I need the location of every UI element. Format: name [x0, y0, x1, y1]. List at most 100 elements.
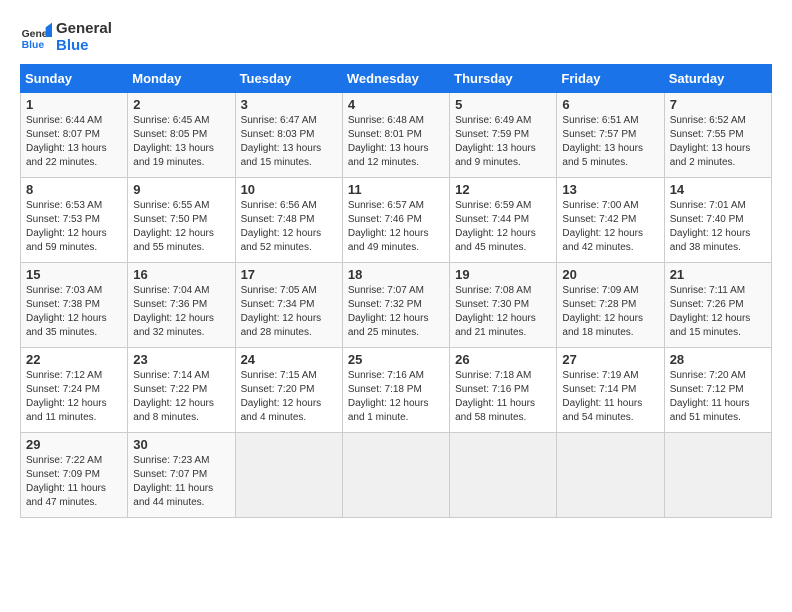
day-info: Sunrise: 6:51 AM Sunset: 7:57 PM Dayligh… [562, 114, 658, 170]
day-number: 8 [26, 182, 122, 197]
calendar-cell: 30 Sunrise: 7:23 AM Sunset: 7:07 PM Dayli… [128, 433, 235, 518]
day-number: 22 [26, 352, 122, 367]
calendar-cell: 5 Sunrise: 6:49 AM Sunset: 7:59 PM Daylig… [450, 93, 557, 178]
calendar-cell: 24Sunrise: 7:15 AM Sunset: 7:20 PM Dayli… [235, 348, 342, 433]
day-info: Sunrise: 6:48 AM Sunset: 8:01 PM Dayligh… [348, 114, 444, 170]
day-number: 4 [348, 97, 444, 112]
day-info: Sunrise: 7:09 AM Sunset: 7:28 PM Dayligh… [562, 284, 658, 340]
day-number: 15 [26, 267, 122, 282]
day-info: Sunrise: 7:05 AM Sunset: 7:34 PM Dayligh… [241, 284, 337, 340]
day-number: 26 [455, 352, 551, 367]
day-number: 7 [670, 97, 766, 112]
calendar-cell: 1 Sunrise: 6:44 AM Sunset: 8:07 PM Daylig… [21, 93, 128, 178]
day-number: 16 [133, 267, 229, 282]
logo: General Blue General Blue [20, 20, 112, 54]
day-info: Sunrise: 6:49 AM Sunset: 7:59 PM Dayligh… [455, 114, 551, 170]
calendar-cell: 8 Sunrise: 6:53 AM Sunset: 7:53 PM Daylig… [21, 178, 128, 263]
calendar-cell: 20Sunrise: 7:09 AM Sunset: 7:28 PM Dayli… [557, 263, 664, 348]
day-info: Sunrise: 7:16 AM Sunset: 7:18 PM Dayligh… [348, 369, 444, 425]
calendar-cell: 18 Sunrise: 7:07 AM Sunset: 7:32 PM Dayli… [342, 263, 449, 348]
day-number: 19 [455, 267, 551, 282]
calendar-cell: 27Sunrise: 7:19 AM Sunset: 7:14 PM Dayli… [557, 348, 664, 433]
day-info: Sunrise: 7:03 AM Sunset: 7:38 PM Dayligh… [26, 284, 122, 340]
day-info: Sunrise: 7:04 AM Sunset: 7:36 PM Dayligh… [133, 284, 229, 340]
calendar-cell: 10 Sunrise: 6:56 AM Sunset: 7:48 PM Dayli… [235, 178, 342, 263]
logo-blue: Blue [56, 37, 112, 54]
calendar-cell: 4 Sunrise: 6:48 AM Sunset: 8:01 PM Daylig… [342, 93, 449, 178]
calendar-cell [235, 433, 342, 518]
calendar-cell: 15 Sunrise: 7:03 AM Sunset: 7:38 PM Dayli… [21, 263, 128, 348]
calendar-cell: 12Sunrise: 6:59 AM Sunset: 7:44 PM Dayli… [450, 178, 557, 263]
svg-text:Blue: Blue [22, 40, 45, 51]
day-info: Sunrise: 6:52 AM Sunset: 7:55 PM Dayligh… [670, 114, 766, 170]
day-info: Sunrise: 7:20 AM Sunset: 7:12 PM Dayligh… [670, 369, 766, 425]
calendar-cell: 13 Sunrise: 7:00 AM Sunset: 7:42 PM Dayli… [557, 178, 664, 263]
calendar-cell [557, 433, 664, 518]
header-friday: Friday [557, 65, 664, 93]
day-number: 13 [562, 182, 658, 197]
calendar-cell [342, 433, 449, 518]
day-number: 17 [241, 267, 337, 282]
header-sunday: Sunday [21, 65, 128, 93]
day-number: 28 [670, 352, 766, 367]
calendar-cell: 22Sunrise: 7:12 AM Sunset: 7:24 PM Dayli… [21, 348, 128, 433]
day-number: 14 [670, 182, 766, 197]
calendar-week-5: 29Sunrise: 7:22 AM Sunset: 7:09 PM Dayli… [21, 433, 772, 518]
calendar-cell: 17 Sunrise: 7:05 AM Sunset: 7:34 PM Dayli… [235, 263, 342, 348]
day-number: 25 [348, 352, 444, 367]
day-info: Sunrise: 7:00 AM Sunset: 7:42 PM Dayligh… [562, 199, 658, 255]
day-info: Sunrise: 7:18 AM Sunset: 7:16 PM Dayligh… [455, 369, 551, 425]
logo-general: General [56, 20, 112, 37]
header-tuesday: Tuesday [235, 65, 342, 93]
day-info: Sunrise: 6:57 AM Sunset: 7:46 PM Dayligh… [348, 199, 444, 255]
day-number: 9 [133, 182, 229, 197]
day-number: 3 [241, 97, 337, 112]
day-info: Sunrise: 7:22 AM Sunset: 7:09 PM Dayligh… [26, 454, 122, 510]
calendar-cell: 6 Sunrise: 6:51 AM Sunset: 7:57 PM Daylig… [557, 93, 664, 178]
day-number: 18 [348, 267, 444, 282]
day-info: Sunrise: 6:53 AM Sunset: 7:53 PM Dayligh… [26, 199, 122, 255]
day-number: 10 [241, 182, 337, 197]
day-info: Sunrise: 7:19 AM Sunset: 7:14 PM Dayligh… [562, 369, 658, 425]
logo-icon: General Blue [20, 21, 52, 53]
calendar-week-2: 8 Sunrise: 6:53 AM Sunset: 7:53 PM Daylig… [21, 178, 772, 263]
day-info: Sunrise: 7:14 AM Sunset: 7:22 PM Dayligh… [133, 369, 229, 425]
header-thursday: Thursday [450, 65, 557, 93]
day-number: 23 [133, 352, 229, 367]
calendar-cell: 23 Sunrise: 7:14 AM Sunset: 7:22 PM Dayli… [128, 348, 235, 433]
day-info: Sunrise: 6:47 AM Sunset: 8:03 PM Dayligh… [241, 114, 337, 170]
calendar-cell: 14Sunrise: 7:01 AM Sunset: 7:40 PM Dayli… [664, 178, 771, 263]
day-number: 12 [455, 182, 551, 197]
day-number: 21 [670, 267, 766, 282]
calendar-cell: 29Sunrise: 7:22 AM Sunset: 7:09 PM Dayli… [21, 433, 128, 518]
calendar-cell: 16 Sunrise: 7:04 AM Sunset: 7:36 PM Dayli… [128, 263, 235, 348]
days-header-row: SundayMondayTuesdayWednesdayThursdayFrid… [21, 65, 772, 93]
calendar-cell: 7 Sunrise: 6:52 AM Sunset: 7:55 PM Daylig… [664, 93, 771, 178]
day-info: Sunrise: 6:45 AM Sunset: 8:05 PM Dayligh… [133, 114, 229, 170]
header-monday: Monday [128, 65, 235, 93]
day-info: Sunrise: 7:23 AM Sunset: 7:07 PM Dayligh… [133, 454, 229, 510]
calendar-cell: 3 Sunrise: 6:47 AM Sunset: 8:03 PM Daylig… [235, 93, 342, 178]
day-number: 1 [26, 97, 122, 112]
calendar-week-1: 1 Sunrise: 6:44 AM Sunset: 8:07 PM Daylig… [21, 93, 772, 178]
day-number: 5 [455, 97, 551, 112]
calendar-cell: 2Sunrise: 6:45 AM Sunset: 8:05 PM Daylig… [128, 93, 235, 178]
day-number: 24 [241, 352, 337, 367]
day-info: Sunrise: 6:56 AM Sunset: 7:48 PM Dayligh… [241, 199, 337, 255]
day-info: Sunrise: 7:11 AM Sunset: 7:26 PM Dayligh… [670, 284, 766, 340]
day-info: Sunrise: 6:44 AM Sunset: 8:07 PM Dayligh… [26, 114, 122, 170]
day-info: Sunrise: 6:55 AM Sunset: 7:50 PM Dayligh… [133, 199, 229, 255]
calendar-cell: 19Sunrise: 7:08 AM Sunset: 7:30 PM Dayli… [450, 263, 557, 348]
calendar-cell: 11 Sunrise: 6:57 AM Sunset: 7:46 PM Dayli… [342, 178, 449, 263]
day-number: 30 [133, 437, 229, 452]
calendar-cell: 21 Sunrise: 7:11 AM Sunset: 7:26 PM Dayli… [664, 263, 771, 348]
header-wednesday: Wednesday [342, 65, 449, 93]
calendar-week-3: 15 Sunrise: 7:03 AM Sunset: 7:38 PM Dayli… [21, 263, 772, 348]
day-number: 6 [562, 97, 658, 112]
day-info: Sunrise: 7:07 AM Sunset: 7:32 PM Dayligh… [348, 284, 444, 340]
day-number: 11 [348, 182, 444, 197]
header-saturday: Saturday [664, 65, 771, 93]
calendar-cell: 25 Sunrise: 7:16 AM Sunset: 7:18 PM Dayli… [342, 348, 449, 433]
calendar-table: SundayMondayTuesdayWednesdayThursdayFrid… [20, 64, 772, 518]
calendar-cell: 26 Sunrise: 7:18 AM Sunset: 7:16 PM Dayli… [450, 348, 557, 433]
